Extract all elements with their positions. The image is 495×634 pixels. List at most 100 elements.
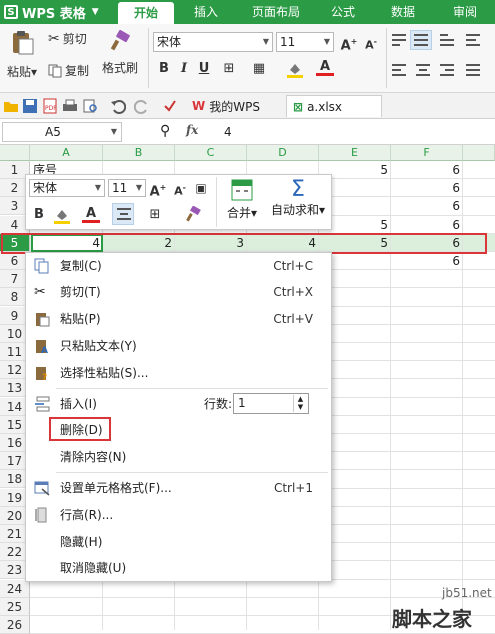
mini-fill-color-icon[interactable]: [53, 206, 71, 224]
rows-value: 1: [238, 396, 246, 410]
stepper-down-icon[interactable]: ▼: [294, 403, 307, 411]
open-folder-icon[interactable]: [3, 98, 19, 114]
mini-bold-button[interactable]: B: [30, 206, 48, 224]
mini-border-icon[interactable]: ⊞: [146, 206, 164, 224]
decrease-font-icon[interactable]: A-: [171, 179, 189, 198]
autosum-button[interactable]: Σ 自动求和▾: [266, 179, 330, 218]
mini-font-name-select[interactable]: 宋体 ▼: [29, 179, 105, 197]
italic-button[interactable]: I: [175, 60, 193, 78]
tab-file-label: a.xlsx: [307, 99, 343, 114]
menu-item-hide[interactable]: 隐藏(H): [26, 529, 331, 555]
mini-font-color-icon[interactable]: A: [82, 205, 100, 223]
name-box[interactable]: A5 ▼: [2, 122, 122, 142]
align-left-icon[interactable]: [392, 64, 406, 79]
chevron-down-icon: ▼: [110, 127, 117, 136]
customize-toolbar-icon[interactable]: [162, 98, 178, 114]
justify-icon[interactable]: [466, 64, 480, 79]
redo-icon[interactable]: [134, 98, 150, 114]
cell-f2[interactable]: 6: [391, 179, 463, 197]
paste-button[interactable]: 粘贴▾: [4, 30, 40, 86]
mini-align-center-icon[interactable]: [112, 203, 134, 225]
column-header[interactable]: C: [175, 145, 247, 161]
tab-review[interactable]: 审阅: [440, 0, 490, 24]
fx-icon[interactable]: fx: [186, 123, 198, 137]
underline-button[interactable]: U: [195, 60, 213, 78]
undo-icon[interactable]: [110, 98, 126, 114]
row-header[interactable]: 24: [0, 579, 30, 598]
font-name-select[interactable]: 宋体 ▼: [153, 32, 273, 52]
menu-item-clear-contents[interactable]: 清除内容(N): [26, 444, 331, 470]
column-header[interactable]: D: [247, 145, 319, 161]
decrease-font-icon[interactable]: A-: [362, 33, 380, 52]
menu-item-cut[interactable]: ✂ 剪切(T) Ctrl+X: [26, 279, 331, 305]
column-header[interactable]: E: [319, 145, 391, 161]
merge-label: 合并: [226, 206, 251, 220]
menu-item-label: 隐藏(H): [60, 535, 103, 549]
quick-access-bar: PDF W 我的WPS ⊠ a.xlsx: [0, 93, 495, 119]
tab-data[interactable]: 数据: [378, 0, 428, 24]
svg-text:?: ?: [42, 373, 47, 381]
align-middle-icon[interactable]: [410, 30, 432, 50]
context-menu: 复制(C) Ctrl+C ✂ 剪切(T) Ctrl+X 粘贴(P) Ctrl+V…: [25, 252, 332, 582]
stepper-up-icon[interactable]: ▲: [294, 395, 307, 403]
merge-cells-icon: [231, 179, 253, 201]
menu-item-paste[interactable]: 粘贴(P) Ctrl+V: [26, 306, 331, 332]
cell-style-icon[interactable]: ▦: [250, 60, 268, 78]
wrap-text-icon[interactable]: [466, 34, 480, 49]
formula-input[interactable]: 4: [224, 122, 232, 142]
merge-button[interactable]: 合并▾: [224, 179, 260, 221]
bold-button[interactable]: B: [155, 60, 173, 78]
align-bottom-icon[interactable]: [440, 34, 454, 49]
copy-button[interactable]: 复制: [48, 62, 89, 79]
format-painter-button[interactable]: 格式刷: [100, 29, 140, 76]
align-top-icon[interactable]: [392, 34, 406, 49]
zoom-icon[interactable]: ⚲: [160, 123, 170, 139]
tab-my-wps[interactable]: W 我的WPS: [186, 95, 266, 117]
menu-item-unhide[interactable]: 取消隐藏(U): [26, 555, 331, 581]
row-header[interactable]: 25: [0, 597, 30, 616]
menu-item-label: 清除内容(N): [60, 450, 127, 464]
border-icon[interactable]: ⊞: [220, 60, 238, 78]
row-header[interactable]: 26: [0, 616, 30, 634]
print-preview-icon[interactable]: [82, 98, 98, 114]
app-menu-button[interactable]: S WPS 表格 ▼: [0, 0, 105, 24]
menu-item-format-cells[interactable]: 设置单元格格式(F)... Ctrl+1: [26, 475, 331, 501]
increase-font-icon[interactable]: A+: [149, 179, 167, 199]
format-cells-icon[interactable]: ▣: [192, 179, 210, 197]
cut-button[interactable]: ✂ 剪切: [48, 30, 87, 47]
select-all-corner[interactable]: [0, 145, 30, 161]
export-pdf-icon[interactable]: PDF: [42, 98, 58, 114]
cell-f3[interactable]: 6: [391, 197, 463, 215]
wps-logo-icon: W: [192, 99, 206, 113]
menu-item-row-height[interactable]: 行高(R)...: [26, 502, 331, 528]
save-icon[interactable]: [22, 98, 38, 114]
print-icon[interactable]: [62, 98, 78, 114]
mini-format-painter-icon[interactable]: [184, 205, 202, 224]
font-size-value: 11: [280, 35, 296, 49]
font-size-select[interactable]: 11 ▼: [276, 32, 334, 52]
font-color-icon[interactable]: A: [316, 58, 334, 76]
tab-file[interactable]: ⊠ a.xlsx: [286, 95, 382, 117]
fill-color-icon[interactable]: [286, 60, 304, 78]
menu-item-paste-special[interactable]: ? 选择性粘贴(S)...: [26, 360, 331, 386]
mini-font-size-select[interactable]: 11 ▼: [108, 179, 146, 197]
column-header[interactable]: F: [391, 145, 463, 161]
menu-item-copy[interactable]: 复制(C) Ctrl+C: [26, 253, 331, 279]
tab-formulas[interactable]: 公式: [318, 0, 368, 24]
cell-f1[interactable]: 6: [391, 161, 463, 179]
increase-font-icon[interactable]: A+: [340, 33, 358, 53]
column-header[interactable]: A: [30, 145, 103, 161]
svg-text:A: A: [41, 346, 48, 354]
menu-item-insert[interactable]: 插入(I) 行数: 1 ▲ ▼: [26, 391, 331, 417]
column-header[interactable]: B: [103, 145, 175, 161]
align-center-icon[interactable]: [416, 64, 430, 79]
tab-page-layout[interactable]: 页面布局: [240, 0, 312, 24]
tab-insert[interactable]: 插入: [180, 0, 232, 24]
menu-item-paste-text[interactable]: A 只粘贴文本(Y): [26, 333, 331, 359]
tab-start[interactable]: 开始: [118, 2, 174, 24]
cell-f4[interactable]: 6: [391, 216, 463, 234]
rows-stepper[interactable]: 1 ▲ ▼: [233, 393, 309, 414]
menu-item-label: 选择性粘贴(S)...: [60, 366, 149, 380]
align-right-icon[interactable]: [440, 64, 454, 79]
cell-f6[interactable]: 6: [391, 252, 463, 270]
